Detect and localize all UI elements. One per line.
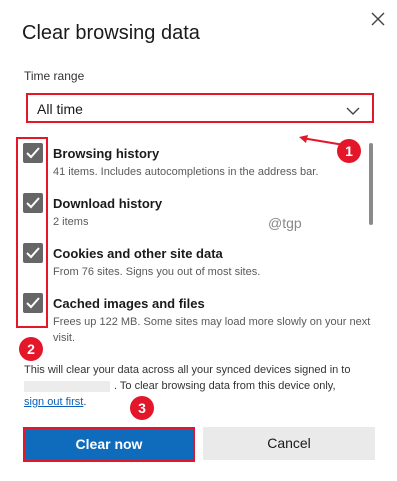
cancel-button[interactable]: Cancel	[203, 427, 375, 460]
cached-images-label: Cached images and files	[53, 296, 205, 311]
sync-info-line-1: This will clear your data across all you…	[24, 364, 351, 376]
time-range-select[interactable]: All time	[26, 93, 374, 123]
clear-browsing-data-dialog: Clear browsing data Time range All time …	[0, 0, 397, 481]
time-range-value: All time	[37, 101, 83, 117]
browsing-history-desc: 41 items. Includes autocompletions in th…	[53, 166, 319, 178]
close-icon[interactable]	[368, 9, 388, 29]
cached-images-checkbox[interactable]	[23, 293, 43, 313]
sync-info-line-2: . To clear browsing data from this devic…	[114, 380, 336, 392]
cookies-checkbox[interactable]	[23, 243, 43, 263]
redacted-account	[24, 380, 110, 392]
download-history-checkbox[interactable]	[23, 193, 43, 213]
download-history-label: Download history	[53, 196, 163, 211]
clear-now-button[interactable]: Clear now	[23, 427, 195, 462]
dialog-title: Clear browsing data	[22, 22, 200, 44]
sign-out-link[interactable]: sign out first	[24, 396, 83, 408]
annotation-badge-1: 1	[337, 139, 361, 163]
cookies-label: Cookies and other site data	[53, 246, 223, 261]
chevron-down-icon	[346, 103, 360, 115]
annotation-badge-3: 3	[130, 396, 154, 420]
browsing-history-label: Browsing history	[53, 146, 160, 161]
cached-images-desc: Frees up 122 MB. Some sites may load mor…	[53, 316, 371, 344]
watermark: @tgp	[268, 215, 302, 231]
scrollbar-thumb[interactable]	[369, 143, 373, 225]
sign-out-period: .	[83, 396, 87, 408]
time-range-label: Time range	[24, 69, 85, 83]
annotation-badge-2: 2	[19, 337, 43, 361]
browsing-history-checkbox[interactable]	[23, 143, 43, 163]
download-history-desc: 2 items	[53, 216, 89, 228]
sync-info-text: This will clear your data across all you…	[24, 362, 384, 410]
cookies-desc: From 76 sites. Signs you out of most sit…	[53, 266, 261, 278]
